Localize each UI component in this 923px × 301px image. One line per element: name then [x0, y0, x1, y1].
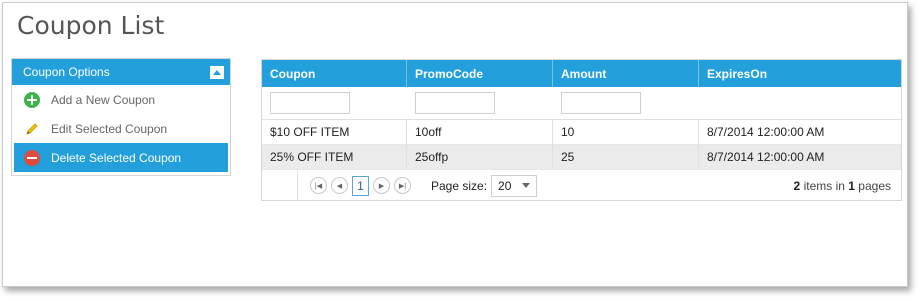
grid-pager: |◀ ◀ 1 ▶ ▶| Page size: 20 2 items in 1 p… [262, 170, 901, 201]
filter-row [262, 87, 901, 120]
add-coupon-label: Add a New Coupon [51, 92, 156, 107]
table-row[interactable]: 25% OFF ITEM 25offp 25 8/7/2014 12:00:00… [262, 145, 901, 170]
panel-header: Coupon Options [12, 59, 230, 85]
column-header-coupon[interactable]: Coupon [262, 60, 407, 87]
item-count: 2 [793, 178, 801, 193]
pages-text: pages [858, 178, 891, 193]
promocode-filter-input[interactable] [415, 92, 495, 114]
delete-circle-icon [24, 149, 40, 166]
cell-expireson: 8/7/2014 12:00:00 AM [707, 125, 825, 139]
last-page-icon[interactable]: ▶| [394, 177, 411, 194]
cell-coupon: 25% OFF ITEM [262, 145, 407, 169]
coupon-grid: Coupon PromoCode Amount ExpiresOn $10 OF… [261, 59, 902, 201]
page-size-select[interactable]: 20 [491, 174, 538, 197]
edit-coupon-label: Edit Selected Coupon [51, 121, 168, 136]
cell-promocode: 10off [407, 120, 553, 144]
cell-amount: 25 [553, 145, 699, 169]
collapse-panel-icon[interactable] [210, 65, 224, 79]
column-header-expireson[interactable]: ExpiresOn [699, 60, 901, 87]
delete-coupon-option[interactable]: Delete Selected Coupon [14, 143, 228, 172]
prev-page-icon[interactable]: ◀ [331, 177, 348, 194]
grid-header-row: Coupon PromoCode Amount ExpiresOn [262, 60, 901, 87]
add-circle-icon [24, 91, 40, 108]
cell-amount: 10 [553, 120, 699, 144]
add-coupon-option[interactable]: Add a New Coupon [12, 85, 230, 114]
panel-header-title: Coupon Options [23, 65, 110, 79]
next-page-icon[interactable]: ▶ [373, 177, 390, 194]
cell-coupon: $10 OFF ITEM [262, 120, 407, 144]
chevron-down-icon [522, 183, 531, 188]
page-size-value: 20 [498, 178, 512, 193]
page-count: 1 [848, 178, 855, 193]
cell-promocode: 25offp [407, 145, 553, 169]
first-page-icon[interactable]: |◀ [310, 177, 327, 194]
page-title: Coupon List [17, 11, 165, 40]
column-header-promocode[interactable]: PromoCode [407, 60, 553, 87]
pencil-icon [24, 121, 40, 137]
column-header-amount[interactable]: Amount [553, 60, 699, 87]
pager-info: 2 items in 1 pages [794, 179, 891, 193]
items-in-text: items in [803, 178, 845, 193]
edit-coupon-option[interactable]: Edit Selected Coupon [12, 114, 230, 143]
amount-filter-input[interactable] [561, 92, 641, 114]
cell-expireson: 8/7/2014 12:00:00 AM [707, 150, 825, 164]
coupon-filter-input[interactable] [270, 92, 350, 114]
page-number-button[interactable]: 1 [352, 175, 369, 196]
coupon-options-panel: Coupon Options Add a New Coupon Edit Sel… [11, 58, 231, 176]
table-row[interactable]: $10 OFF ITEM 10off 10 8/7/2014 12:00:00 … [262, 120, 901, 145]
delete-coupon-label: Delete Selected Coupon [51, 150, 182, 165]
window-frame: Coupon List Coupon Options Add a New Cou… [2, 2, 908, 287]
page-size-label: Page size: [431, 178, 488, 193]
